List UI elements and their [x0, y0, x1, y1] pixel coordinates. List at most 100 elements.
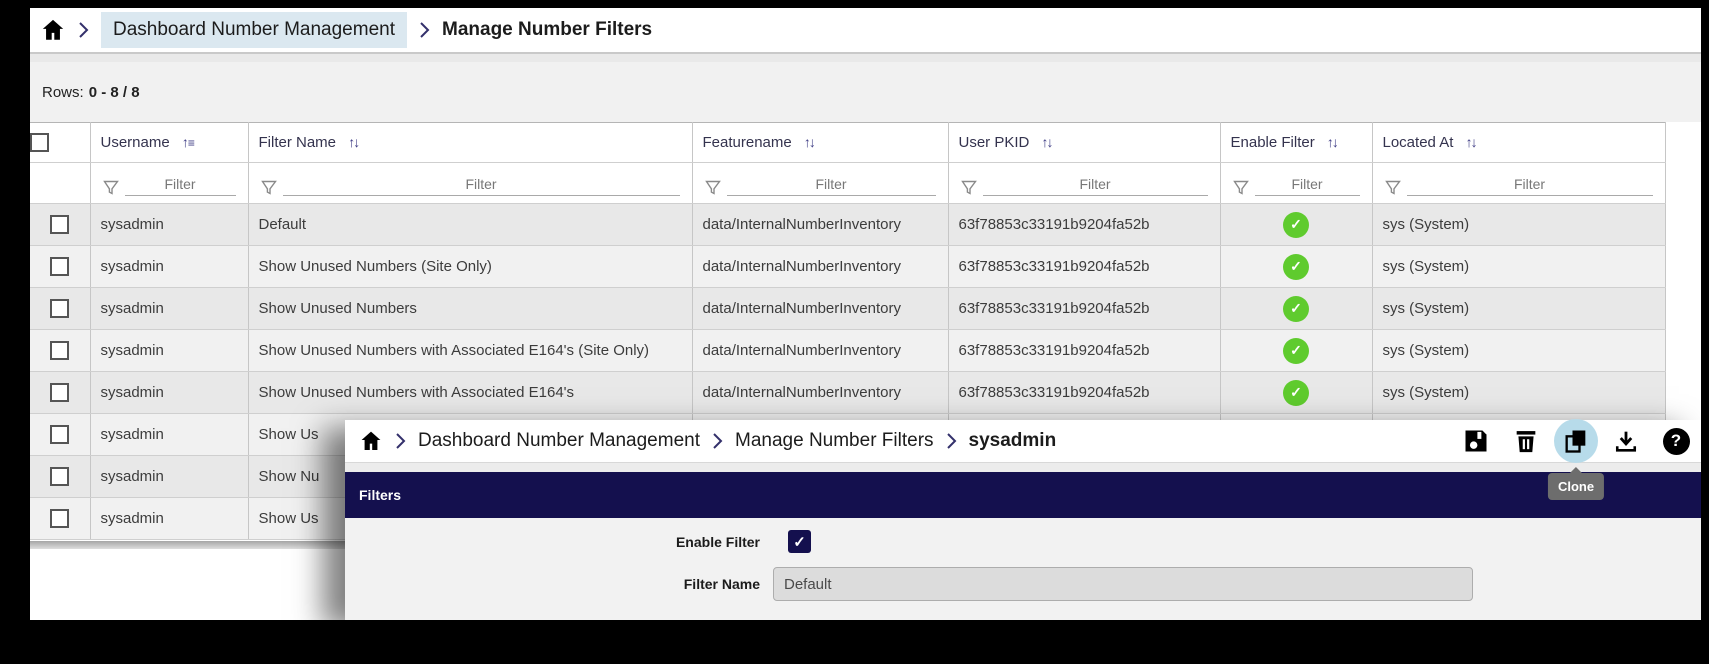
row-checkbox[interactable]	[50, 341, 70, 360]
clone-tooltip: Clone	[1547, 473, 1605, 500]
download-icon	[1615, 431, 1637, 452]
cell-filter-name[interactable]: Show Unused Numbers with Associated E164…	[248, 371, 693, 414]
download-button[interactable]	[1604, 419, 1648, 463]
column-header-featurename[interactable]: Featurename ↑↓	[692, 122, 949, 163]
sort-both-icon[interactable]: ↑↓	[804, 134, 816, 150]
filter-name-input[interactable]: Default	[773, 567, 1473, 601]
row-checkbox-cell	[30, 371, 91, 414]
cell-user-pkid: 63f78853c33191b9204fa52b	[948, 329, 1221, 372]
column-header-located-at[interactable]: Located At ↑↓	[1372, 122, 1666, 163]
cell-username: sysadmin	[90, 455, 249, 498]
column-header-enable-filter[interactable]: Enable Filter ↑↓	[1220, 122, 1373, 163]
username-filter-input[interactable]: Filter	[124, 176, 236, 196]
sort-ascending-icon[interactable]: ↑≡	[182, 134, 195, 150]
cell-located-at: sys (System)	[1372, 371, 1666, 414]
home-icon[interactable]	[40, 17, 66, 43]
enable-filter-checkbox[interactable]: ✓	[788, 530, 811, 553]
enable-filter-filter-input[interactable]: Filter	[1254, 176, 1360, 196]
table-row: sysadmin Show Unused Numbers with Associ…	[30, 371, 1666, 414]
clone-button[interactable]	[1554, 419, 1598, 463]
filter-name-row: Filter Name Default	[345, 567, 1701, 601]
cell-located-at: sys (System)	[1372, 329, 1666, 372]
sort-both-icon[interactable]: ↑↓	[1466, 134, 1478, 150]
cell-filter-name[interactable]: Default	[248, 203, 693, 246]
cell-filter-name[interactable]: Show Unused Numbers	[248, 287, 693, 330]
divider-band	[30, 52, 1701, 62]
filter-cell-username: Filter	[90, 162, 249, 204]
breadcrumb-item-dashboard-number-management[interactable]: Dashboard Number Management	[101, 12, 407, 48]
featurename-filter-input[interactable]: Filter	[726, 176, 936, 196]
panel-breadcrumb-item-dashboard-number-management[interactable]: Dashboard Number Management	[418, 430, 700, 452]
filter-cell-enable-filter: Filter	[1220, 162, 1373, 204]
table-row: sysadmin Show Unused Numbers with Associ…	[30, 329, 1666, 372]
row-checkbox-cell	[30, 203, 91, 246]
cell-user-pkid: 63f78853c33191b9204fa52b	[948, 245, 1221, 288]
select-all-checkbox-cell	[30, 122, 91, 163]
panel-breadcrumb-item-manage-number-filters[interactable]: Manage Number Filters	[735, 430, 934, 452]
cell-filter-name[interactable]: Show Unused Numbers (Site Only)	[248, 245, 693, 288]
breadcrumb-item-manage-number-filters: Manage Number Filters	[442, 19, 653, 40]
sort-both-icon[interactable]: ↑↓	[1042, 134, 1054, 150]
rows-value: 0 - 8 / 8	[88, 83, 140, 101]
row-checkbox[interactable]	[50, 383, 70, 402]
table-row: sysadmin Show Unused Numbers data/Intern…	[30, 287, 1666, 330]
row-checkbox-cell	[30, 497, 91, 540]
cell-filter-name[interactable]: Show Unused Numbers with Associated E164…	[248, 329, 693, 372]
row-checkbox[interactable]	[50, 257, 70, 276]
home-icon[interactable]	[359, 429, 383, 453]
cell-located-at: sys (System)	[1372, 245, 1666, 288]
filter-enabled-check-icon: ✓	[1283, 337, 1309, 364]
funnel-icon	[260, 180, 277, 195]
row-checkbox[interactable]	[50, 299, 70, 318]
cell-featurename: data/InternalNumberInventory	[692, 329, 949, 372]
table-header-row: Username ↑≡ Filter Name ↑↓ Featurename ↑…	[30, 122, 1666, 163]
row-checkbox[interactable]	[50, 425, 70, 444]
enable-filter-label: Enable Filter	[675, 533, 760, 550]
cell-username: sysadmin	[90, 329, 249, 372]
filter-name-filter-input[interactable]: Filter	[282, 176, 680, 196]
filter-enabled-check-icon: ✓	[1283, 379, 1309, 406]
row-checkbox-cell	[30, 413, 91, 456]
screenshot-stage: Dashboard Number Management Manage Numbe…	[0, 0, 1709, 664]
chevron-right-icon	[712, 432, 723, 450]
cell-username: sysadmin	[90, 287, 249, 330]
cell-featurename: data/InternalNumberInventory	[692, 245, 949, 288]
column-header-user-pkid[interactable]: User PKID ↑↓	[948, 122, 1221, 163]
cell-located-at: sys (System)	[1372, 287, 1666, 330]
cell-featurename: data/InternalNumberInventory	[692, 371, 949, 414]
save-button[interactable]	[1454, 419, 1498, 463]
filter-name-label: Filter Name	[683, 576, 760, 592]
column-header-username[interactable]: Username ↑≡	[90, 122, 249, 163]
funnel-icon	[102, 180, 119, 195]
filter-enabled-check-icon: ✓	[1283, 211, 1309, 238]
help-icon: ?	[1662, 427, 1690, 455]
cell-enable-filter: ✓	[1220, 371, 1373, 414]
chevron-right-icon	[946, 432, 957, 450]
cell-located-at: sys (System)	[1372, 203, 1666, 246]
enable-filter-row: Enable Filter ✓	[345, 530, 1701, 553]
cell-username: sysadmin	[90, 413, 249, 456]
panel-breadcrumb: Dashboard Number Management Manage Numbe…	[359, 429, 1454, 453]
cell-username: sysadmin	[90, 203, 249, 246]
sort-both-icon[interactable]: ↑↓	[1327, 134, 1339, 150]
user-pkid-filter-input[interactable]: Filter	[982, 176, 1208, 196]
filters-section-header: Filters	[345, 472, 1701, 518]
row-checkbox[interactable]	[50, 467, 70, 486]
chevron-right-icon	[395, 432, 406, 450]
breadcrumb: Dashboard Number Management Manage Numbe…	[30, 8, 1701, 52]
cell-username: sysadmin	[90, 245, 249, 288]
column-header-filter-name[interactable]: Filter Name ↑↓	[248, 122, 693, 163]
filter-detail-panel: Dashboard Number Management Manage Numbe…	[345, 419, 1701, 620]
row-checkbox-cell	[30, 245, 91, 288]
cell-featurename: data/InternalNumberInventory	[692, 203, 949, 246]
located-at-filter-input[interactable]: Filter	[1406, 176, 1653, 196]
cell-featurename: data/InternalNumberInventory	[692, 287, 949, 330]
row-checkbox[interactable]	[50, 215, 70, 234]
delete-button[interactable]	[1504, 419, 1548, 463]
help-button[interactable]: ?	[1654, 419, 1698, 463]
select-all-checkbox[interactable]	[30, 133, 49, 152]
row-checkbox-cell	[30, 455, 91, 498]
panel-breadcrumb-item-sysadmin: sysadmin	[968, 430, 1057, 451]
row-checkbox[interactable]	[50, 509, 70, 528]
sort-both-icon[interactable]: ↑↓	[348, 134, 360, 150]
